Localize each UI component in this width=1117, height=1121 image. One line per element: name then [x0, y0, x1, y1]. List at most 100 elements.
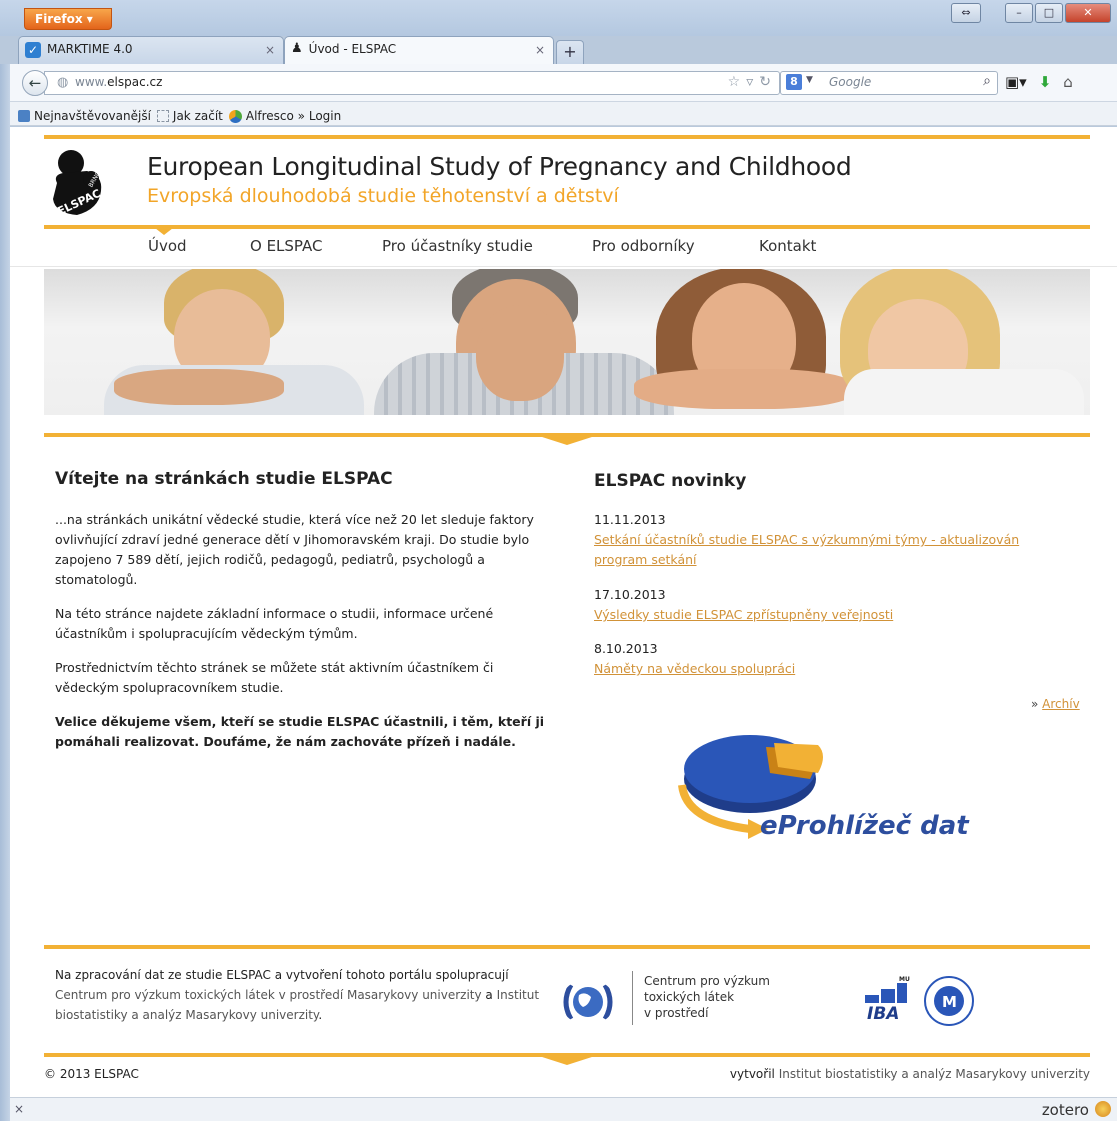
bookmark-folder-icon: [18, 110, 30, 122]
menu-item-o-elspac[interactable]: O ELSPAC: [250, 237, 323, 255]
tab-label: Úvod - ELSPAC: [308, 42, 397, 56]
news-date: 8.10.2013: [594, 641, 658, 656]
minimize-button[interactable]: –: [1005, 3, 1033, 23]
logo-separator: [632, 971, 633, 1025]
window-controls: ⇔ – □ ✕: [951, 3, 1111, 23]
new-tab-button[interactable]: +: [556, 40, 584, 64]
menu-item-participants[interactable]: Pro účastníky studie: [382, 237, 533, 255]
bookmark-getting-started[interactable]: Jak začít: [156, 107, 223, 125]
bookmark-alfresco[interactable]: Alfresco » Login: [228, 107, 342, 125]
toolbar-icons: ▣▾ ⬇ ⌂: [1005, 73, 1073, 91]
tab-label: MARKTIME 4.0: [47, 42, 133, 56]
welcome-paragraph: ...na stránkách unikátní vědecké studie,…: [55, 512, 534, 587]
welcome-paragraph: Prostřednictvím těchto stránek se můžete…: [55, 660, 494, 695]
elspac-logo[interactable]: ELSPAC BRNO: [47, 145, 109, 221]
eprohlizec-label[interactable]: eProhlížeč dat: [760, 811, 969, 841]
credit-prefix: vytvořil: [729, 1067, 775, 1081]
copyright: © 2013 ELSPAC: [44, 1067, 139, 1081]
page-icon: [156, 110, 169, 122]
news-link[interactable]: Setkání účastníků studie ELSPAC s výzkum…: [594, 530, 1074, 570]
footer-text: a: [485, 988, 493, 1002]
navigation-toolbar: ◍ www.elspac.cz ☆ ▿ ↻ ← 8 ▼ Google ⌕ ▣▾ …: [10, 64, 1117, 102]
welcome-closing: Velice děkujeme všem, kteří se studie EL…: [55, 714, 545, 749]
tab-strip: ✓ MARKTIME 4.0 × ♟ Úvod - ELSPAC × +: [18, 36, 584, 64]
tab-elspac[interactable]: ♟ Úvod - ELSPAC ×: [284, 36, 554, 64]
footer-link-cvt[interactable]: Centrum pro výzkum toxických látek v pro…: [55, 988, 482, 1002]
close-button[interactable]: ✕: [1065, 3, 1111, 23]
header-top-line: [44, 135, 1090, 139]
credit-link[interactable]: Institut biostatistiky a analýz Masaryko…: [779, 1067, 1090, 1081]
url-prefix: www.: [75, 75, 108, 89]
menu-item-contact[interactable]: Kontakt: [759, 237, 816, 255]
active-menu-indicator: [155, 228, 173, 235]
footer-text: .: [318, 1008, 323, 1022]
search-placeholder: Google: [829, 75, 872, 89]
footer-credits: Na zpracování dat ze studie ELSPAC a vyt…: [55, 965, 555, 1025]
web-page: ELSPAC BRNO European Longitudinal Study …: [10, 127, 1117, 1097]
divider-arrow: [539, 1056, 595, 1065]
site-subtitle: Evropská dlouhodobá studie těhotenství a…: [147, 185, 619, 207]
news-link[interactable]: Náměty na vědeckou spolupráci: [594, 659, 1074, 679]
globe-icon: ◍: [57, 75, 69, 90]
resize-icon[interactable]: ⇔: [951, 3, 981, 23]
menu-item-uvod[interactable]: Úvod: [148, 237, 187, 255]
banner-shape: [476, 305, 564, 401]
zotero-label[interactable]: zotero: [1042, 1101, 1089, 1119]
search-icon[interactable]: ⌕: [983, 73, 991, 89]
archive-link[interactable]: Archív: [1042, 697, 1080, 711]
site-title: European Longitudinal Study of Pregnancy…: [147, 152, 852, 181]
window-frame: [0, 64, 10, 1121]
close-addon-bar-icon[interactable]: ×: [14, 1102, 24, 1116]
tab-marktime[interactable]: ✓ MARKTIME 4.0 ×: [18, 36, 284, 64]
close-tab-icon[interactable]: ×: [535, 43, 545, 57]
bookmark-label: Nejnavštěvovanější: [34, 109, 151, 123]
reload-icon[interactable]: ↻: [759, 74, 771, 90]
bookmark-label: Jak začít: [172, 109, 223, 123]
firefox-menu-button[interactable]: Firefox ▾: [24, 8, 112, 30]
bookmark-label: Alfresco » Login: [245, 109, 342, 123]
news-heading: ELSPAC novinky: [594, 471, 747, 491]
chevron-down-icon[interactable]: ▼: [806, 75, 813, 85]
bookmark-star-icon[interactable]: ☆: [728, 74, 741, 90]
iba-mu-logo[interactable]: MU IBA M: [865, 973, 975, 1029]
svg-text:M: M: [942, 993, 957, 1011]
divider-arrow: [539, 436, 595, 445]
bookmark-most-visited[interactable]: Nejnavštěvovanější: [18, 107, 151, 125]
close-tab-icon[interactable]: ×: [265, 43, 275, 57]
welcome-heading: Vítejte na stránkách studie ELSPAC: [55, 469, 393, 489]
maximize-button[interactable]: □: [1035, 3, 1063, 23]
back-button[interactable]: ←: [22, 70, 48, 96]
iba-mu-text: MU: [899, 976, 910, 983]
google-icon[interactable]: 8: [786, 74, 802, 90]
cvt-label: Centrum pro výzkum toxických látek v pro…: [644, 973, 770, 1021]
cvt-line: Centrum pro výzkum: [644, 974, 770, 988]
site-credit: vytvořil Institut biostatistiky a analýz…: [730, 1067, 1090, 1081]
addon-icon[interactable]: ▣▾: [1005, 73, 1027, 91]
archive-prefix: »: [1031, 697, 1039, 711]
status-bar: × zotero: [10, 1097, 1117, 1121]
banner-shape: [634, 369, 854, 409]
cvt-globe-logo[interactable]: [561, 979, 615, 1025]
footer-divider: [44, 945, 1090, 949]
footer-text: Na zpracování dat ze studie ELSPAC a vyt…: [55, 968, 509, 982]
search-input[interactable]: 8 ▼ Google ⌕: [780, 71, 998, 95]
download-icon[interactable]: ⬇: [1039, 73, 1052, 91]
url-actions: ☆ ▿ ↻: [728, 74, 771, 90]
news-date: 17.10.2013: [594, 587, 666, 602]
bookmarks-toolbar: Nejnavštěvovanější Jak začít Alfresco » …: [10, 102, 1117, 126]
cvt-line: v prostředí: [644, 1006, 709, 1020]
news-date: 11.11.2013: [594, 512, 666, 527]
window-titlebar: Firefox ▾ ⇔ – □ ✕: [0, 0, 1117, 36]
url-bar[interactable]: ◍ www.elspac.cz ☆ ▿ ↻: [44, 71, 780, 95]
home-icon[interactable]: ⌂: [1063, 73, 1073, 91]
main-menu: Úvod O ELSPAC Pro účastníky studie Pro o…: [10, 229, 1117, 267]
zotero-icon[interactable]: [1095, 1101, 1111, 1117]
url-domain: elspac.cz: [107, 75, 163, 89]
banner-shape: [844, 369, 1084, 415]
iba-text: IBA: [867, 1004, 899, 1024]
welcome-paragraph: Na této stránce najdete základní informa…: [55, 606, 494, 641]
check-icon: ✓: [25, 42, 41, 58]
news-link[interactable]: Výsledky studie ELSPAC zpřístupněny veře…: [594, 605, 1074, 625]
dropdown-icon[interactable]: ▿: [746, 74, 753, 90]
menu-item-experts[interactable]: Pro odborníky: [592, 237, 695, 255]
